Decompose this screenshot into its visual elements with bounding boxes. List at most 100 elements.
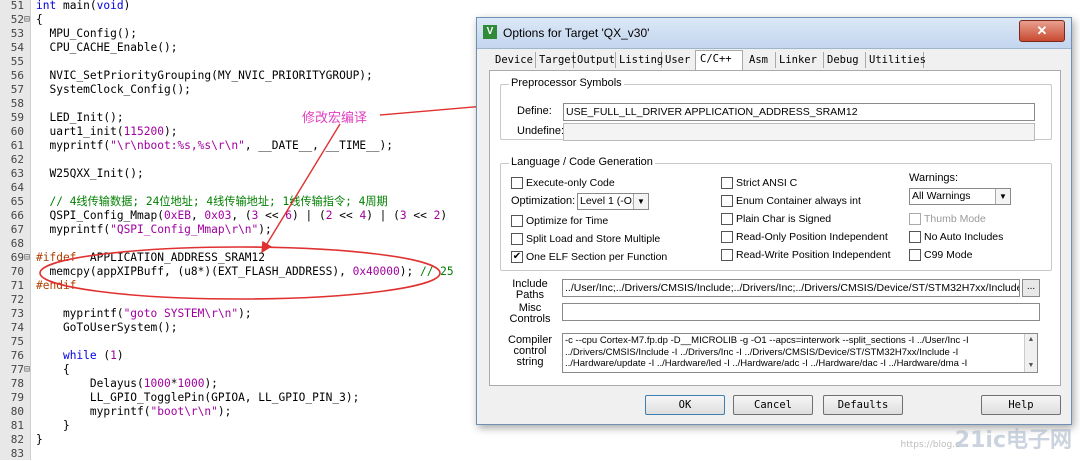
tab-user[interactable]: User bbox=[661, 52, 696, 68]
code-text: NVIC_SetPriorityGrouping(MY_NVIC_PRIORIT… bbox=[36, 69, 373, 82]
compiler-scrollbar[interactable]: ▲ ▼ bbox=[1024, 334, 1037, 372]
line-number: 61 bbox=[10, 139, 24, 152]
chevron-down-icon[interactable]: ▼ bbox=[633, 194, 648, 209]
line-number: 66 bbox=[10, 209, 24, 222]
code-text: W25QXX_Init(); bbox=[36, 167, 144, 180]
code-text: MPU_Config(); bbox=[36, 27, 138, 40]
line-number: 75 bbox=[10, 335, 24, 348]
help-button[interactable]: Help bbox=[981, 395, 1061, 415]
line-number: 80 bbox=[10, 405, 24, 418]
code-text: { bbox=[36, 363, 70, 376]
line-number: 58 bbox=[10, 97, 24, 110]
code-text: QSPI_Config_Mmap(0xEB, 0x03, (3 << 6) | … bbox=[36, 209, 448, 222]
misc-label: Misc Controls bbox=[509, 302, 551, 325]
tab-c-c-[interactable]: C/C++ bbox=[695, 50, 743, 70]
tab-asm[interactable]: Asm bbox=[745, 52, 776, 68]
checkbox-box[interactable] bbox=[721, 231, 733, 243]
line-number: 65 bbox=[10, 195, 24, 208]
line-number: 57 bbox=[10, 83, 24, 96]
compiler-label: Compiler control string bbox=[508, 334, 553, 368]
compiler-control-string[interactable]: -c --cpu Cortex-M7.fp.dp -D__MICROLIB -g… bbox=[562, 333, 1038, 373]
line-number: 82 bbox=[10, 433, 24, 446]
options-dialog: V Options for Target 'QX_v30' ✕ Device Ta… bbox=[476, 17, 1072, 425]
tab-linker[interactable]: Linker bbox=[775, 52, 824, 68]
tab-target[interactable]: Target bbox=[535, 52, 577, 68]
line-number: 79 bbox=[10, 391, 24, 404]
line-number: 73 bbox=[10, 307, 24, 320]
cancel-button[interactable]: Cancel bbox=[733, 395, 813, 415]
defaults-button[interactable]: Defaults bbox=[823, 395, 903, 415]
compiler-line: ../Drivers/CMSIS/Include -I ../Drivers/I… bbox=[565, 346, 959, 358]
line-number: 76 bbox=[10, 349, 24, 362]
checkbox-box[interactable] bbox=[511, 233, 523, 245]
line-number: 72 bbox=[10, 293, 24, 306]
checkbox-box[interactable] bbox=[909, 249, 921, 261]
dialog-titlebar[interactable]: V Options for Target 'QX_v30' ✕ bbox=[477, 18, 1071, 49]
line-number: 67 bbox=[10, 223, 24, 236]
checkbox-box[interactable] bbox=[909, 231, 921, 243]
warnings-select[interactable]: All Warnings ▼ bbox=[909, 188, 1011, 205]
checkbox-box[interactable] bbox=[721, 195, 733, 207]
optimization-label: Optimization: bbox=[511, 195, 576, 207]
uvision-app-icon: V bbox=[483, 25, 497, 39]
checkbox-box[interactable]: ✔ bbox=[511, 251, 523, 263]
define-input[interactable]: USE_FULL_LL_DRIVER APPLICATION_ADDRESS_S… bbox=[563, 103, 1035, 121]
code-text: LL_GPIO_TogglePin(GPIOA, LL_GPIO_PIN_3); bbox=[36, 391, 360, 404]
checkbox-box[interactable] bbox=[721, 177, 733, 189]
define-label: Define: bbox=[517, 105, 552, 117]
line-number: 56 bbox=[10, 69, 24, 82]
optimization-select[interactable]: Level 1 (-O1) ▼ bbox=[577, 193, 649, 210]
code-text: CPU_CACHE_Enable(); bbox=[36, 41, 178, 54]
fold-toggle-icon[interactable]: ⊟ bbox=[24, 13, 32, 27]
checkbox-box[interactable] bbox=[511, 177, 523, 189]
checkbox-box[interactable] bbox=[721, 213, 733, 225]
chevron-down-icon[interactable]: ▼ bbox=[995, 189, 1010, 204]
code-text: myprintf("QSPI_Config_Mmap\r\n"); bbox=[36, 223, 272, 236]
warnings-label: Warnings: bbox=[909, 172, 959, 184]
scroll-down-icon[interactable]: ▼ bbox=[1025, 360, 1037, 372]
compiler-line: ../Hardware/update -I ../Hardware/led -I… bbox=[565, 358, 968, 369]
dialog-title: Options for Target 'QX_v30' bbox=[503, 26, 650, 40]
checkbox-box[interactable] bbox=[721, 249, 733, 261]
code-text: memcpy(appXIPBuff, (u8*)(EXT_FLASH_ADDRE… bbox=[36, 265, 454, 278]
misc-controls-input[interactable] bbox=[562, 303, 1040, 321]
close-button[interactable]: ✕ bbox=[1019, 20, 1065, 42]
undefine-label: Undefine: bbox=[517, 125, 565, 137]
code-text: while (1) bbox=[62, 349, 124, 362]
code-text: // 4线传输数据; 24位地址; 4线传输地址; 1线传输指令; 4周期 bbox=[49, 195, 388, 208]
watermark-url: https://blog.c bbox=[900, 440, 960, 450]
tab-listing[interactable]: Listing bbox=[615, 52, 663, 68]
language-title: Language / Code Generation bbox=[509, 156, 655, 168]
code-text: #endif bbox=[36, 279, 77, 292]
scroll-up-icon[interactable]: ▲ bbox=[1025, 334, 1037, 346]
tab-debug[interactable]: Debug bbox=[823, 52, 866, 68]
checkbox-box[interactable] bbox=[511, 215, 523, 227]
fold-toggle-icon[interactable]: ⊟ bbox=[24, 363, 32, 377]
checkbox-box bbox=[909, 213, 921, 225]
code-text: #ifdef APPLICATION_ADDRESS_SRAM12 bbox=[36, 251, 266, 264]
line-number: 55 bbox=[10, 55, 24, 68]
fold-toggle-icon[interactable]: ⊟ bbox=[24, 251, 32, 265]
line-number: 70 bbox=[10, 265, 24, 278]
preprocessor-group: Preprocessor Symbols Define: USE_FULL_LL… bbox=[500, 77, 1052, 141]
code-text: LED_Init(); bbox=[36, 111, 124, 124]
line-number: 78 bbox=[10, 377, 24, 390]
tab-device[interactable]: Device bbox=[491, 52, 536, 68]
line-number: 83 bbox=[10, 447, 24, 460]
line-number: 81 bbox=[10, 419, 24, 432]
include-paths-input[interactable]: ../User/Inc;../Drivers/CMSIS/Include;../… bbox=[562, 279, 1020, 297]
tab-output[interactable]: Output bbox=[573, 52, 616, 68]
annotation-label: 修改宏编译 bbox=[302, 111, 368, 126]
line-number: 68 bbox=[10, 237, 24, 250]
cc-tab-panel: Preprocessor Symbols Define: USE_FULL_LL… bbox=[489, 70, 1061, 386]
tab-utilities[interactable]: Utilities bbox=[865, 52, 926, 68]
ok-button[interactable]: OK bbox=[645, 395, 725, 415]
code-text: myprintf("\r\nboot:%s,%s\r\n", __DATE__,… bbox=[36, 139, 393, 152]
browse-button[interactable]: ... bbox=[1022, 279, 1040, 297]
undefine-input[interactable] bbox=[563, 123, 1035, 141]
line-number: 64 bbox=[10, 181, 24, 194]
watermark: 21ic电子网 bbox=[954, 428, 1072, 453]
language-group: Language / Code Generation Execute-only … bbox=[500, 156, 1052, 271]
line-number: 54 bbox=[10, 41, 24, 54]
line-number: 77 bbox=[10, 363, 24, 376]
